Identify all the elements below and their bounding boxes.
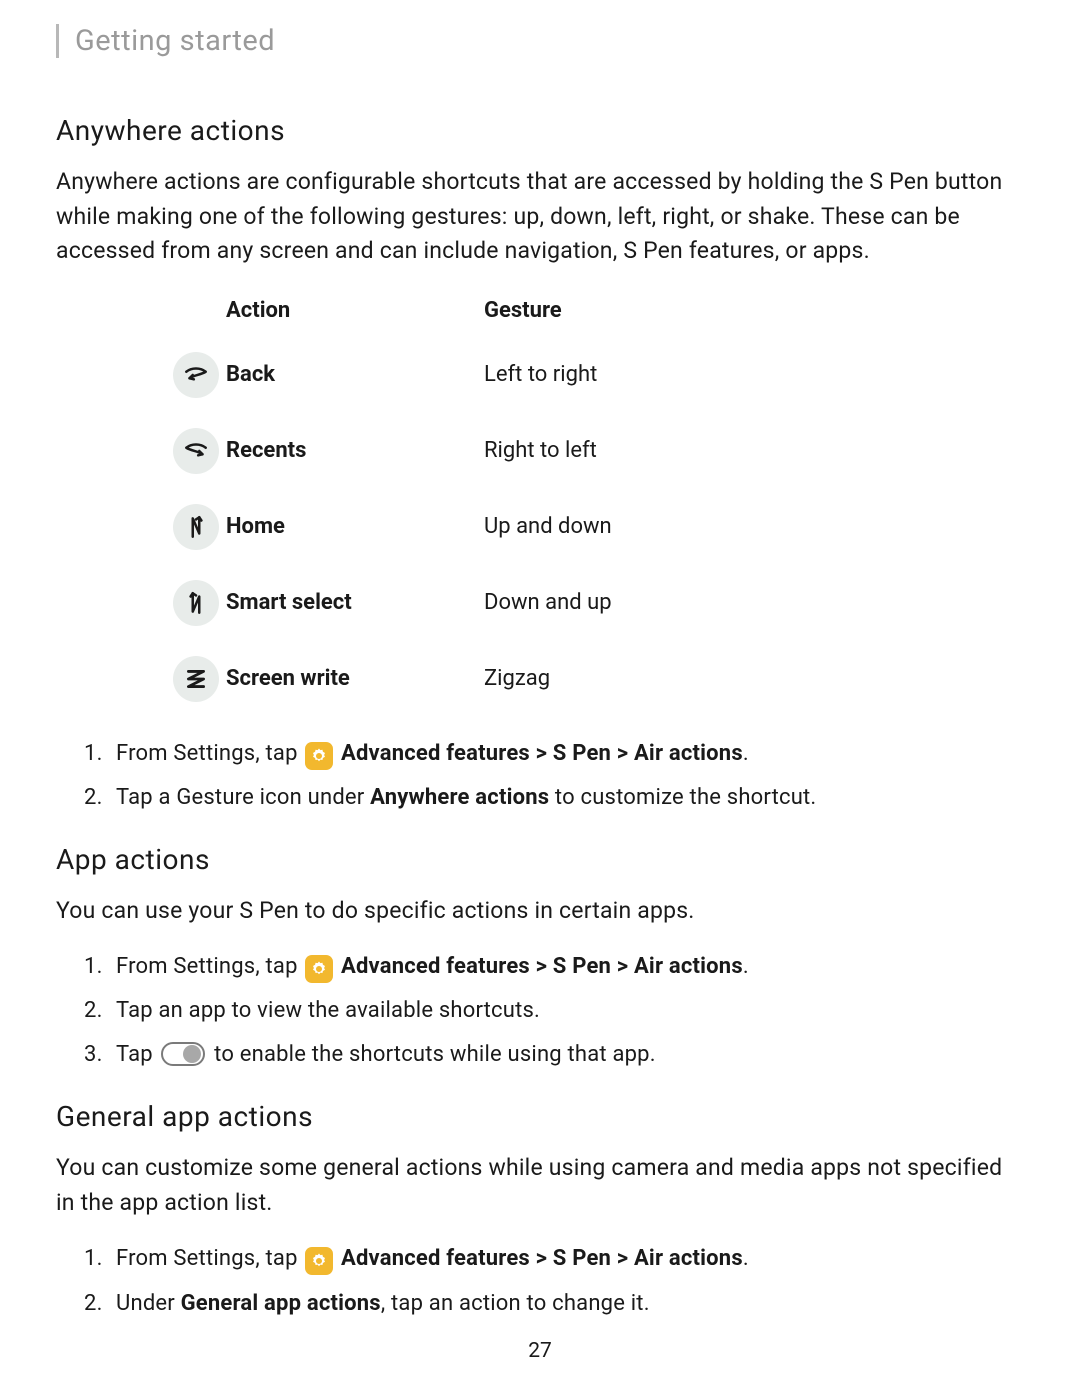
list-item: Tap a Gesture icon under Anywhere action…: [84, 781, 1024, 815]
heading-anywhere-actions: Anywhere actions: [56, 114, 1024, 147]
cell-gesture: Left to right: [484, 362, 1024, 387]
section-anywhere-actions: Anywhere actions Anywhere actions are co…: [56, 114, 1024, 815]
step-text: .: [743, 1246, 749, 1271]
cell-action: Smart select: [226, 590, 484, 615]
steps-general: From Settings, tap Advanced features > S…: [84, 1242, 1024, 1320]
toggle-icon: [161, 1042, 205, 1066]
list-item: Tap to enable the shortcuts while using …: [84, 1038, 1024, 1072]
step-text: to enable the shortcuts while using that…: [209, 1042, 656, 1067]
section-general-app-actions: General app actions You can customize so…: [56, 1100, 1024, 1320]
cell-action: Back: [226, 362, 484, 387]
step-text: From Settings, tap: [116, 741, 303, 766]
th-gesture: Gesture: [484, 298, 1024, 323]
list-item: From Settings, tap Advanced features > S…: [84, 737, 1024, 771]
list-item: From Settings, tap Advanced features > S…: [84, 1242, 1024, 1276]
heading-app-actions: App actions: [56, 843, 1024, 876]
list-item: Under General app actions, tap an action…: [84, 1287, 1024, 1321]
cell-gesture: Down and up: [484, 590, 1024, 615]
table-row: Home Up and down: [166, 489, 1024, 565]
step-text: Tap: [116, 1042, 159, 1067]
cell-gesture: Zigzag: [484, 666, 1024, 691]
step-text: From Settings, tap: [116, 954, 303, 979]
step-text: .: [743, 954, 749, 979]
table-row: Screen write Zigzag: [166, 641, 1024, 717]
list-item: Tap an app to view the available shortcu…: [84, 994, 1024, 1028]
steps-anywhere: From Settings, tap Advanced features > S…: [84, 737, 1024, 815]
breadcrumb: Getting started: [56, 24, 1024, 58]
table-row: Back Left to right: [166, 337, 1024, 413]
th-action: Action: [226, 298, 484, 323]
steps-app: From Settings, tap Advanced features > S…: [84, 950, 1024, 1072]
cell-gesture: Up and down: [484, 514, 1024, 539]
step-path: Advanced features > S Pen > Air actions: [335, 741, 743, 766]
cell-action: Home: [226, 514, 484, 539]
step-text: , tap an action to change it.: [381, 1291, 650, 1316]
body-anywhere-actions: Anywhere actions are configurable shortc…: [56, 165, 1024, 269]
step-path: Advanced features > S Pen > Air actions: [335, 1246, 743, 1271]
cell-action: Recents: [226, 438, 484, 463]
cell-action: Screen write: [226, 666, 484, 691]
screen-write-gesture-icon: [173, 656, 219, 702]
body-app-actions: You can use your S Pen to do specific ac…: [56, 894, 1024, 929]
settings-icon: [305, 1247, 333, 1275]
table-header: Action Gesture: [166, 291, 1024, 331]
back-gesture-icon: [173, 352, 219, 398]
step-bold: General app actions: [181, 1291, 381, 1316]
table-row: Recents Right to left: [166, 413, 1024, 489]
body-general-app-actions: You can customize some general actions w…: [56, 1151, 1024, 1220]
step-text: .: [743, 741, 749, 766]
recents-gesture-icon: [173, 428, 219, 474]
cell-gesture: Right to left: [484, 438, 1024, 463]
settings-icon: [305, 955, 333, 983]
heading-general-app-actions: General app actions: [56, 1100, 1024, 1133]
list-item: From Settings, tap Advanced features > S…: [84, 950, 1024, 984]
step-text: From Settings, tap: [116, 1246, 303, 1271]
gesture-table: Action Gesture Back Left to right Recent…: [166, 291, 1024, 717]
section-app-actions: App actions You can use your S Pen to do…: [56, 843, 1024, 1073]
step-text: Under: [116, 1291, 181, 1316]
smart-select-gesture-icon: [173, 580, 219, 626]
page-number: 27: [0, 1339, 1080, 1363]
table-row: Smart select Down and up: [166, 565, 1024, 641]
step-text: Tap a Gesture icon under: [116, 785, 370, 810]
step-bold: Anywhere actions: [370, 785, 549, 810]
home-gesture-icon: [173, 504, 219, 550]
settings-icon: [305, 742, 333, 770]
step-text: to customize the shortcut.: [549, 785, 816, 810]
step-path: Advanced features > S Pen > Air actions: [335, 954, 743, 979]
